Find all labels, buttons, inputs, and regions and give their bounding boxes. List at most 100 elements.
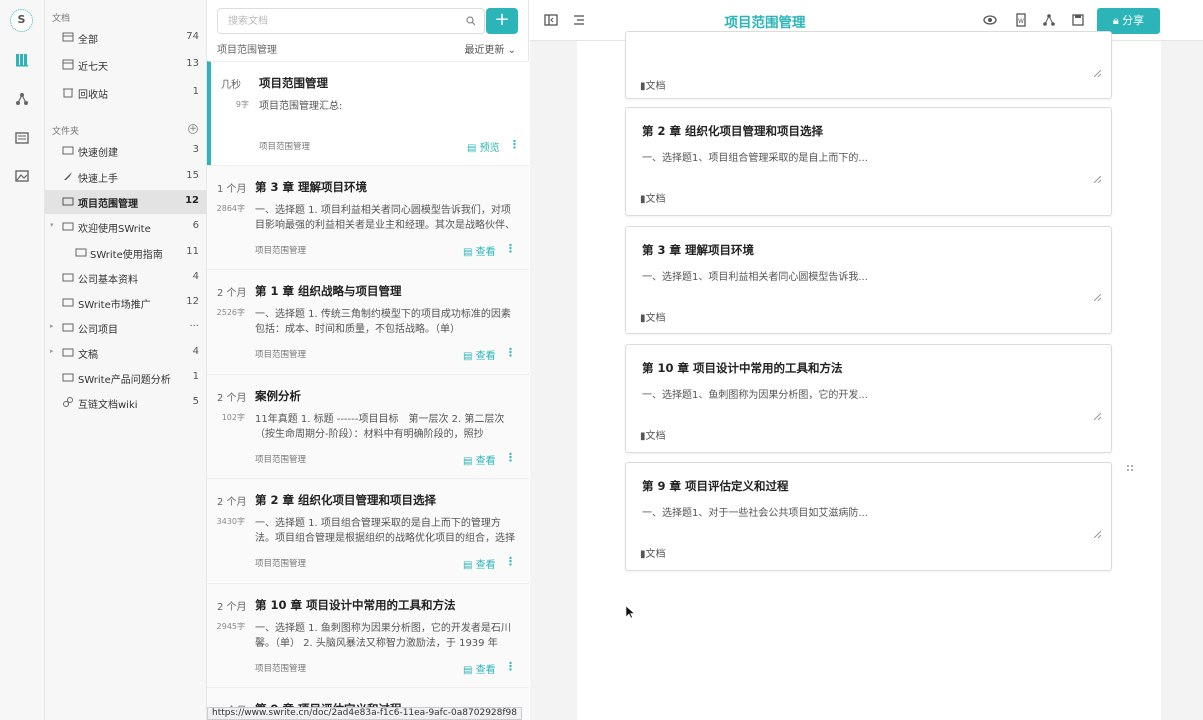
sort-dropdown[interactable]: 最近更新 ⌄	[464, 41, 516, 56]
drag-handle-icon[interactable]	[1126, 464, 1134, 472]
more-options-icon[interactable]: ⋮	[505, 451, 516, 464]
sidebar-item-product-analysis[interactable]: SWrite产品问题分析 1	[45, 366, 207, 390]
doc-excerpt: 11年真题 1. 标题 ------项目目标 第一层次 2. 第二层次（按生命周…	[255, 414, 505, 440]
doc-tag: ▮文档	[640, 545, 666, 560]
document-card[interactable]: 几秒 9字 项目范围管理 项目范围管理汇总: 项目范围管理 ▤ 预览 ⋮	[207, 61, 529, 165]
resize-handle-icon[interactable]	[1094, 531, 1101, 538]
sidebar-item-label: 快速上手	[78, 174, 118, 185]
trash-icon	[63, 88, 73, 98]
view-button[interactable]: ▤ 查看	[463, 556, 496, 571]
embedded-doc-card[interactable]: 第 9 章 项目评估定义和过程 一、选择题1、对于一些社会公共项目如艾滋病防..…	[625, 462, 1112, 571]
sidebar-item-quick-start[interactable]: 快速上手 15	[45, 165, 207, 189]
doc-age: 2 个月	[217, 393, 247, 404]
expand-caret-icon[interactable]: ▾	[50, 221, 54, 229]
sidebar-item-trash[interactable]: 回收站 1	[45, 81, 207, 105]
doc-age: 几秒	[221, 80, 241, 91]
action-label: 查看	[475, 665, 496, 676]
resize-handle-icon[interactable]	[1094, 413, 1101, 420]
sidebar-item-wiki[interactable]: 互链文档wiki 5	[45, 391, 207, 415]
document-icon[interactable]	[14, 130, 30, 146]
tag-label: 文档	[645, 549, 666, 560]
app-logo[interactable]: S	[10, 9, 33, 32]
resize-handle-icon[interactable]	[1094, 294, 1101, 301]
sidebar-item-guide[interactable]: SWrite使用指南 11	[45, 241, 207, 265]
folder-icon	[62, 373, 74, 382]
sidebar-item-count: 11	[186, 246, 199, 257]
document-card[interactable]: 2 个月 2526字 第 1 章 组织战略与项目管理 一、选择题 1. 传统三角…	[207, 269, 529, 373]
sidebar-item-company-info[interactable]: 公司基本资料 4	[45, 266, 207, 290]
sidebar-item-label: 全部	[78, 35, 98, 46]
sidebar-item-quick-create[interactable]: 快速创建 3	[45, 139, 207, 163]
document-card[interactable]: 1 个月 2864字 第 3 章 理解项目环境 一、选择题 1. 项目利益相关者…	[207, 165, 529, 269]
doc-file-icon: ▤	[467, 143, 480, 154]
document-card[interactable]: 2 个月 2945字 第 10 章 项目设计中常用的工具和方法 一、选择题 1.…	[207, 583, 529, 687]
word-export-icon[interactable]: W	[1014, 13, 1028, 27]
more-options-icon[interactable]: ⋮	[505, 242, 516, 255]
outline-list-icon[interactable]	[572, 13, 586, 27]
more-options-icon[interactable]: ⋮	[505, 660, 516, 673]
collapse-sidebar-icon[interactable]	[544, 13, 558, 27]
folders-section-heading: 文件夹	[52, 127, 80, 137]
expand-caret-icon[interactable]: ▸	[50, 322, 54, 330]
preview-button[interactable]: ▤ 预览	[467, 139, 500, 154]
embedded-doc-title: 第 3 章 理解项目环境	[642, 243, 755, 257]
view-button[interactable]: ▤ 查看	[463, 452, 496, 467]
more-options-icon[interactable]: ⋮	[509, 138, 520, 151]
doc-folder: 项目范围管理	[255, 246, 307, 256]
share-network-icon[interactable]	[14, 91, 30, 107]
folder-icon	[62, 298, 74, 307]
doc-file-icon: ▤	[463, 560, 476, 571]
new-document-button[interactable]: +	[486, 8, 518, 34]
sidebar-item-all[interactable]: 全部 74	[45, 26, 207, 50]
folder-icon	[62, 146, 74, 155]
embedded-doc-card[interactable]: 第 2 章 组织化项目管理和项目选择 一、选择题1、项目组合管理采取的是自上而下…	[625, 107, 1112, 216]
doc-tag: ▮文档	[640, 309, 666, 324]
app-rail: S	[0, 0, 45, 720]
add-folder-button[interactable]: +	[188, 124, 198, 134]
doc-title: 第 10 章 项目设计中常用的工具和方法	[255, 598, 456, 612]
save-icon[interactable]	[1071, 13, 1085, 27]
eye-preview-icon[interactable]	[983, 13, 997, 27]
view-button[interactable]: ▤ 查看	[463, 661, 496, 676]
sidebar-item-label: 快速创建	[78, 148, 118, 159]
sidebar-item-company-projects[interactable]: ▸ 公司项目 ···	[45, 316, 207, 340]
sidebar-item-manuscripts[interactable]: ▸ 文稿 4	[45, 341, 207, 365]
sidebar-item-label: SWrite市场推广	[78, 300, 151, 311]
image-icon[interactable]	[14, 168, 30, 184]
more-options-icon[interactable]: ⋮	[505, 346, 516, 359]
document-card[interactable]: 2 个月 3430字 第 2 章 组织化项目管理和项目选择 一、选择题 1. 项…	[207, 478, 529, 582]
document-title: 项目范围管理	[724, 15, 806, 31]
embedded-doc-card[interactable]: 第 3 章 理解项目环境 一、选择题1、项目利益相关者同心圆模型告诉我... ▮…	[625, 226, 1112, 334]
link-icon	[63, 397, 73, 407]
doc-file-icon: ▤	[463, 665, 476, 676]
search-input[interactable]	[218, 9, 448, 33]
embedded-doc-card[interactable]: 第 10 章 项目设计中常用的工具和方法 一、选择题1、鱼刺图称为因果分析图，它…	[625, 344, 1112, 453]
more-options-icon[interactable]: ⋮	[505, 555, 516, 568]
doc-age: 1 个月	[217, 184, 247, 195]
document-card[interactable]: 2 个月 102字 案例分析 11年真题 1. 标题 ------项目目标 第一…	[207, 374, 529, 478]
doc-excerpt: 一、选择题 1. 项目利益相关者同心圆模型告诉我们，对项目影响最强的利益相关者是…	[255, 205, 515, 231]
doc-tag: ▮文档	[640, 190, 666, 205]
more-options-icon[interactable]: ···	[189, 321, 199, 332]
docs-section-heading: 文档	[52, 14, 71, 24]
sidebar-item-count: 1	[192, 86, 199, 97]
sidebar-item-count: 6	[192, 220, 199, 231]
embedded-doc-card[interactable]: ▮文档	[625, 31, 1112, 99]
sidebar-item-recent[interactable]: 近七天 13	[45, 53, 207, 77]
sidebar-item-project-scope[interactable]: 项目范围管理 12	[45, 190, 207, 214]
sidebar-item-welcome[interactable]: ▾ 欢迎使用SWrite 6	[45, 215, 207, 239]
doc-title: 案例分析	[255, 389, 301, 403]
doc-tag: ▮文档	[640, 77, 666, 92]
library-icon[interactable]	[14, 52, 30, 68]
view-button[interactable]: ▤ 查看	[463, 243, 496, 258]
sidebar-item-marketing[interactable]: SWrite市场推广 12	[45, 291, 207, 315]
resize-handle-icon[interactable]	[1094, 176, 1101, 183]
sidebar-item-label: 互链文档wiki	[78, 400, 138, 411]
resize-handle-icon[interactable]	[1094, 70, 1101, 77]
embedded-doc-title: 第 10 章 项目设计中常用的工具和方法	[642, 361, 843, 375]
view-button[interactable]: ▤ 查看	[463, 347, 496, 362]
search-icon[interactable]	[466, 16, 476, 26]
tag-label: 文档	[645, 81, 666, 92]
share-network-icon[interactable]	[1042, 13, 1056, 27]
expand-caret-icon[interactable]: ▸	[50, 347, 54, 355]
